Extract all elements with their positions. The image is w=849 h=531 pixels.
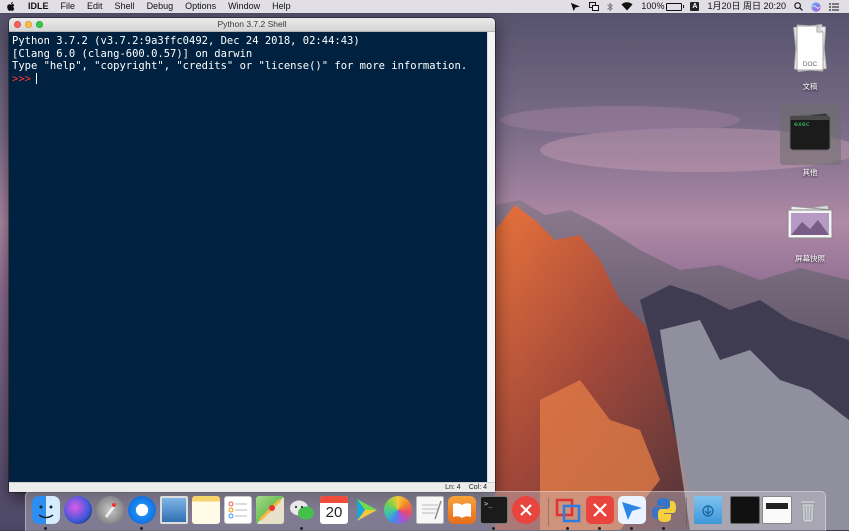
wifi-icon[interactable] [621,2,633,11]
trash-icon[interactable] [794,496,822,524]
desktop-item-documents[interactable]: DOC 文稿 [786,22,834,92]
desktop-item-screenshots[interactable]: 屏幕快照 [784,202,836,264]
dock: 20 >_ [25,491,826,531]
window-title: Python 3.7.2 Shell [217,19,287,29]
textedit-icon[interactable] [416,496,444,524]
notes-icon[interactable] [192,496,220,524]
xmind-icon[interactable] [512,496,540,524]
calendar-icon[interactable]: 20 [320,496,348,524]
line-number: Ln: 4 [445,484,461,491]
siri-icon[interactable] [64,496,92,524]
wechat-icon[interactable] [288,496,316,524]
kite-icon[interactable] [618,496,646,524]
minimize-window-button[interactable] [25,21,32,28]
screens-icon[interactable] [589,2,600,11]
photos-icon[interactable] [384,496,412,524]
menu-file[interactable]: File [55,0,82,13]
preview-icon[interactable] [160,496,188,524]
shell-text-area[interactable]: Python 3.7.2 (v3.7.2:9a3ffc0492, Dec 24 … [9,32,487,482]
exec-file-icon [789,113,831,151]
parallels-icon[interactable] [554,496,582,524]
menu-debug[interactable]: Debug [141,0,180,13]
maps-icon[interactable] [256,496,284,524]
ibooks-icon[interactable] [448,496,476,524]
zoom-window-button[interactable] [36,21,43,28]
doc-badge: DOC [802,61,818,68]
finder-icon[interactable] [32,496,60,524]
menu-options[interactable]: Options [179,0,222,13]
menu-edit[interactable]: Edit [81,0,109,13]
text-cursor [35,72,37,84]
battery-icon[interactable]: 100% [641,0,685,13]
minimized-terminal-icon[interactable] [730,496,760,524]
desktop-item-label: 其他 [802,168,818,177]
bluetooth-icon[interactable] [607,1,614,12]
menu-window[interactable]: Window [222,0,266,13]
vertical-scrollbar[interactable] [487,32,495,482]
kite-icon[interactable] [570,2,581,12]
dock-separator [548,498,549,526]
shell-banner-line: Type "help", "copyright", "credits" or "… [12,60,468,72]
menu-app-name[interactable]: IDLE [22,0,55,13]
menu-shell[interactable]: Shell [109,0,141,13]
desktop-item-other[interactable]: exec 其他 [786,112,834,178]
xmind-zen-icon[interactable] [586,496,614,524]
desktop-item-label: 文稿 [802,82,818,91]
apple-logo-icon[interactable] [0,2,22,11]
terminal-icon[interactable]: >_ [480,496,508,524]
siri-icon[interactable] [811,1,821,12]
infuse-icon[interactable] [352,496,380,524]
clock[interactable]: 1月20日 周日 20:20 [707,0,786,13]
spotlight-search-icon[interactable] [794,2,803,11]
dock-separator [686,498,687,526]
python-launcher-icon[interactable] [650,496,678,524]
minimized-window-icon[interactable] [762,496,792,524]
idle-shell-window[interactable]: Python 3.7.2 Shell Python 3.7.2 (v3.7.2:… [9,18,495,492]
downloads-folder-icon[interactable] [694,496,722,524]
notification-center-icon[interactable] [829,2,839,11]
window-titlebar[interactable]: Python 3.7.2 Shell [9,18,495,32]
reminders-icon[interactable] [224,496,252,524]
shell-prompt: >>> [12,72,31,85]
calendar-day: 20 [325,504,343,521]
battery-percent: 100% [641,1,665,11]
shell-banner-line: [Clang 6.0 (clang-600.0.57)] on darwin [12,47,253,60]
shell-banner-line: Python 3.7.2 (v3.7.2:9a3ffc0492, Dec 24 … [12,35,360,47]
menu-bar: IDLE File Edit Shell Debug Options Windo… [0,0,849,13]
close-window-button[interactable] [14,21,21,28]
column-number: Col: 4 [468,484,487,491]
exec-badge: exec [794,120,810,128]
launchpad-icon[interactable] [96,496,124,524]
input-method-icon[interactable]: A [690,2,700,11]
battery-gauge [666,2,685,11]
screenshot-stack-icon [787,204,833,240]
menu-help[interactable]: Help [266,0,297,13]
safari-icon[interactable] [128,496,156,524]
desktop-item-label: 屏幕快照 [795,254,825,263]
